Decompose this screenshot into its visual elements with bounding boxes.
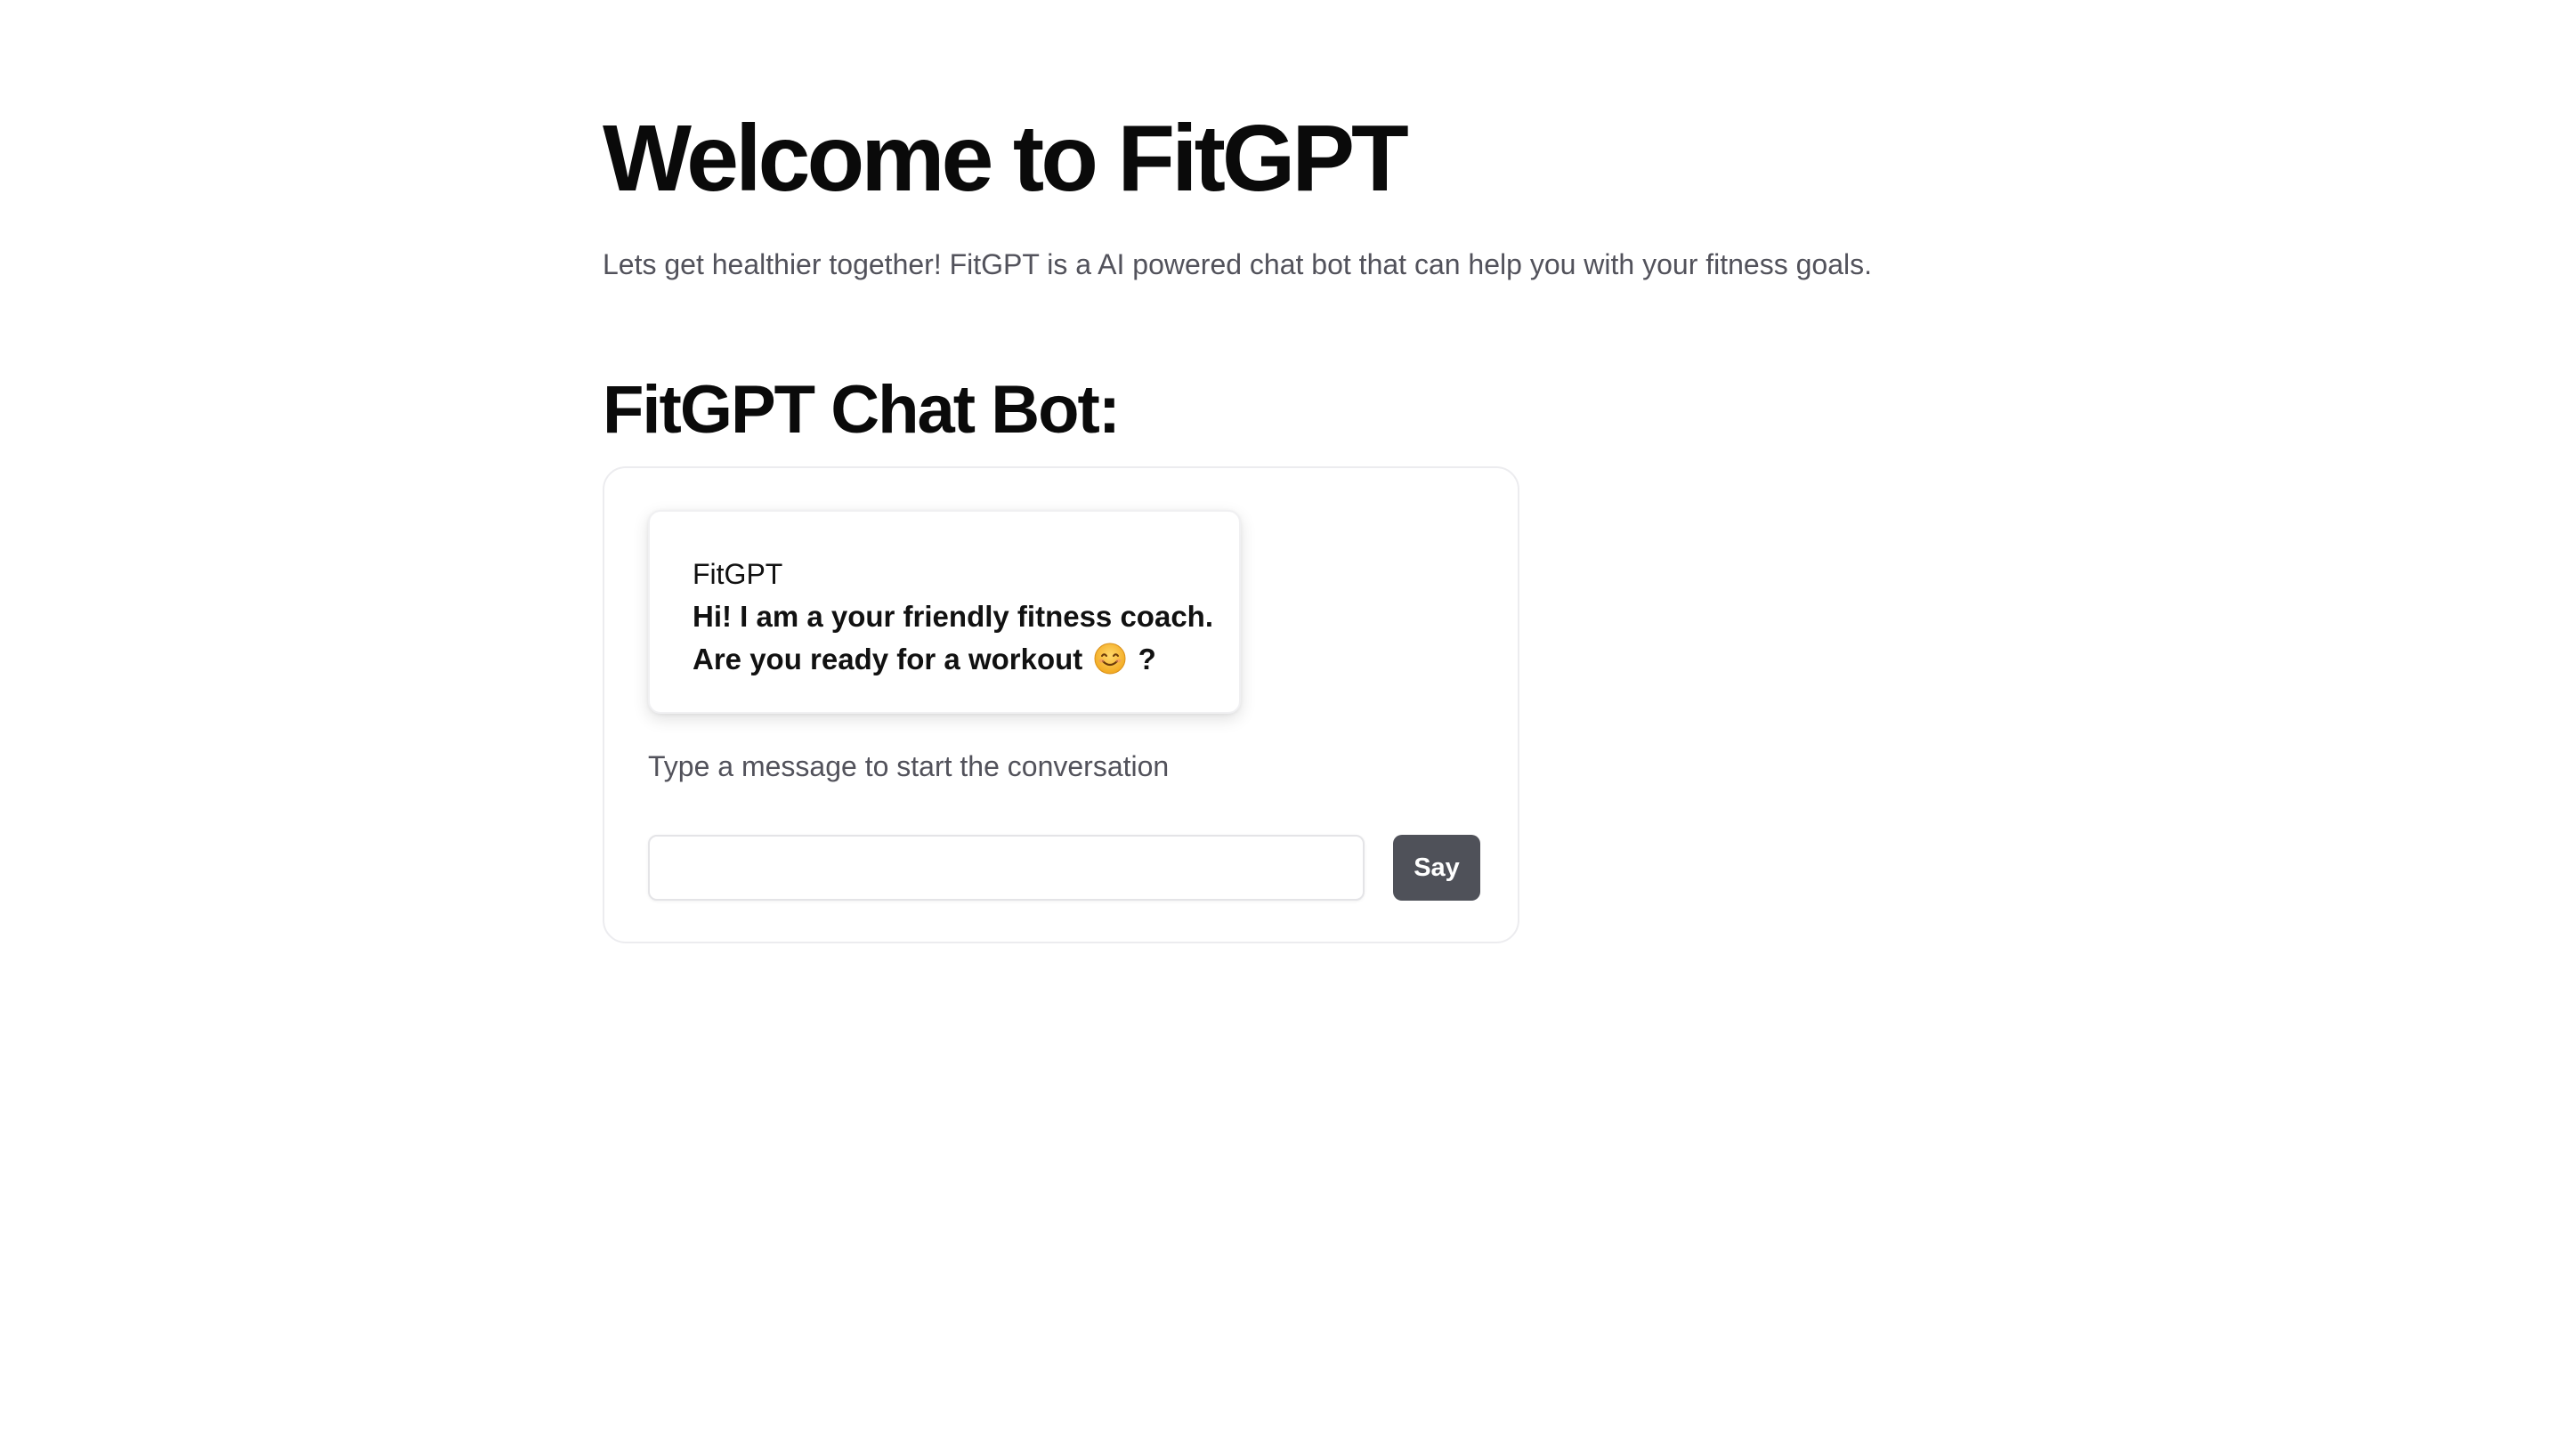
say-button[interactable]: Say [1393,835,1480,901]
message-input[interactable] [648,835,1365,901]
page-title: Welcome to FitGPT [603,106,1409,211]
message-text: Hi! I am a your friendly fitness coach. … [693,595,1227,681]
smiling-face-emoji-icon [1094,643,1126,675]
message-text-main: Hi! I am a your friendly fitness coach. … [693,600,1213,675]
conversation-hint: Type a message to start the conversation [648,750,1170,782]
page-subtitle: Lets get healthier together! FitGPT is a… [603,248,1872,280]
message-sender: FitGPT [693,558,783,590]
chat-message-bubble: FitGPT Hi! I am a your friendly fitness … [648,510,1241,714]
message-text-tail: ? [1138,643,1156,675]
chat-section-title: FitGPT Chat Bot: [603,372,1121,448]
chat-card: FitGPT Hi! I am a your friendly fitness … [603,466,1519,943]
